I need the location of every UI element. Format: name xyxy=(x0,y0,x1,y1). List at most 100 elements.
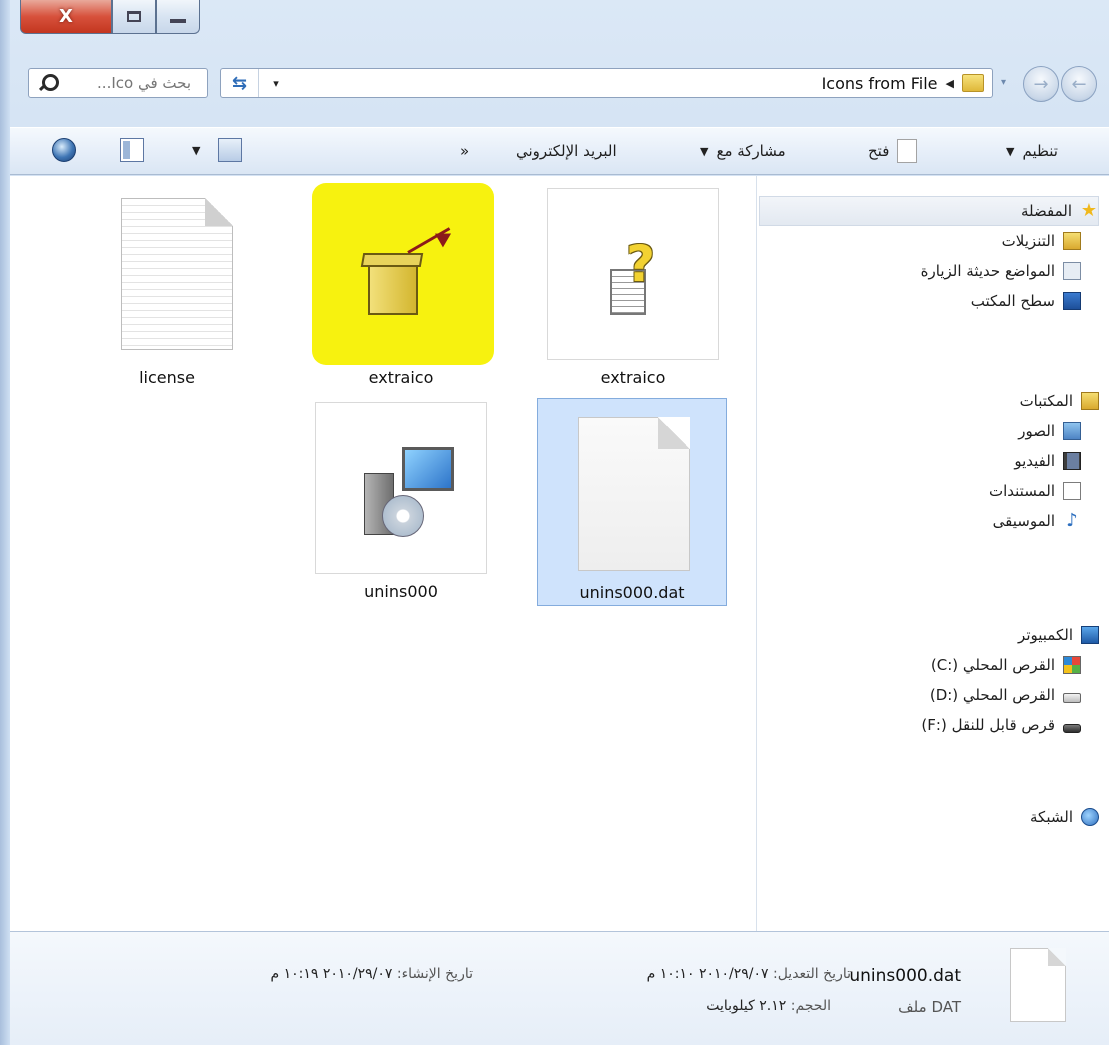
details-file-type: ملف DAT xyxy=(898,998,961,1016)
close-icon: X xyxy=(59,6,73,27)
nav-drive-d[interactable]: القرص المحلي (:D) xyxy=(759,680,1099,710)
refresh-icon: ⇆ xyxy=(231,72,248,94)
libraries-group: المكتبات الصور الفيديو المستندات ♪ الموس… xyxy=(759,386,1099,536)
address-bar[interactable]: ⇆ ▾ Icons from File ◀ xyxy=(220,68,993,98)
nav-desktop[interactable]: سطح المكتب xyxy=(759,286,1099,316)
search-box[interactable] xyxy=(28,68,208,98)
created-label: تاريخ الإنشاء: xyxy=(396,966,473,982)
forward-button[interactable]: → xyxy=(1023,66,1059,102)
file-name: license xyxy=(139,368,195,387)
details-modified: تاريخ التعديل: ٢٠١٠/٢٩/٠٧ ١٠:١٠ م xyxy=(647,966,851,982)
minimize-button[interactable] xyxy=(156,0,200,34)
documents-icon xyxy=(1063,482,1081,500)
nav-network[interactable]: الشبكة xyxy=(759,802,1099,832)
help-globe-icon[interactable] xyxy=(52,138,76,162)
breadcrumb-arrow-icon[interactable]: ◀ xyxy=(946,77,954,90)
nav-label: الفيديو xyxy=(1014,452,1055,470)
favorites-group: ★ المفضلة التنزيلات المواضع حديثة الزيار… xyxy=(759,196,1099,316)
recent-pages-dropdown-icon[interactable]: ▾ xyxy=(1001,77,1006,88)
command-bar: ▼ « البريد الإلكتروني مشاركة مع ▼ فتح تن… xyxy=(10,127,1109,175)
window-frame-edge xyxy=(0,0,10,1045)
open-label: فتح xyxy=(868,142,890,160)
nav-pictures[interactable]: الصور xyxy=(759,416,1099,446)
nav-label: المفضلة xyxy=(1020,202,1072,220)
nav-libraries[interactable]: المكتبات xyxy=(759,386,1099,416)
email-button[interactable]: البريد الإلكتروني xyxy=(516,128,617,174)
removable-drive-icon xyxy=(1063,723,1081,733)
more-commands-button[interactable]: « xyxy=(460,128,469,174)
details-pane: unins000.dat ملف DAT تاريخ التعديل: ٢٠١٠… xyxy=(10,931,1109,1045)
caption-buttons: X xyxy=(20,0,200,34)
share-with-button[interactable]: مشاركة مع ▼ xyxy=(700,128,786,174)
details-size: الحجم: ٢.١٢ كيلوبايت xyxy=(706,998,831,1014)
nav-videos[interactable]: الفيديو xyxy=(759,446,1099,476)
back-button[interactable]: ← xyxy=(1061,66,1097,102)
organize-label: تنظيم xyxy=(1022,142,1058,160)
minimize-icon xyxy=(170,18,186,23)
file-name: extraico xyxy=(600,368,666,387)
nav-favorites[interactable]: ★ المفضلة xyxy=(759,196,1099,226)
nav-label: المواضع حديثة الزيارة xyxy=(920,262,1055,280)
nav-label: المستندات xyxy=(988,482,1055,500)
computer-group: الكمبيوتر القرص المحلي (:C) القرص المحلي… xyxy=(759,620,1099,740)
box-lid-icon xyxy=(360,253,424,267)
close-button[interactable]: X xyxy=(20,0,112,34)
nav-label: المكتبات xyxy=(1019,392,1073,410)
created-value: ٢٠١٠/٢٩/٠٧ ١٠:١٩ م xyxy=(270,966,393,982)
modified-label: تاريخ التعديل: xyxy=(772,966,851,982)
nav-label: القرص المحلي (:C) xyxy=(930,656,1055,674)
organize-dropdown-icon: ▼ xyxy=(1006,144,1015,158)
nav-recent-places[interactable]: المواضع حديثة الزيارة xyxy=(759,256,1099,286)
file-thumbnail xyxy=(315,402,487,574)
organize-button[interactable]: تنظيم ▼ xyxy=(1006,128,1058,174)
details-file-name: unins000.dat xyxy=(849,966,961,986)
chevron-down-icon: ▾ xyxy=(273,76,279,90)
preview-pane-icon[interactable] xyxy=(120,138,144,162)
file-item-extraico-app[interactable]: extraico xyxy=(306,183,496,387)
email-label: البريد الإلكتروني xyxy=(516,142,617,160)
file-item-extraico-help[interactable]: ? extraico xyxy=(538,188,728,387)
pictures-icon xyxy=(1063,422,1081,440)
search-icon[interactable] xyxy=(37,72,59,94)
file-item-license[interactable]: license xyxy=(72,188,262,387)
nav-drive-f[interactable]: قرص قابل للنقل (:F) xyxy=(759,710,1099,740)
computer-icon xyxy=(1081,626,1099,644)
windows-drive-icon xyxy=(1063,656,1081,674)
nav-music[interactable]: ♪ الموسيقى xyxy=(759,506,1099,536)
breadcrumb: Icons from File ◀ xyxy=(822,69,984,97)
file-name: unins000.dat xyxy=(579,583,685,602)
details-created: تاريخ الإنشاء: ٢٠١٠/٢٩/٠٧ ١٠:١٩ م xyxy=(270,966,473,982)
refresh-button[interactable]: ⇆ xyxy=(221,69,259,97)
view-options-icon[interactable] xyxy=(218,138,242,162)
nav-downloads[interactable]: التنزيلات xyxy=(759,226,1099,256)
file-item-unins000-dat[interactable]: unins000.dat xyxy=(537,398,727,606)
nav-computer[interactable]: الكمبيوتر xyxy=(759,620,1099,650)
open-button[interactable]: فتح xyxy=(868,128,918,174)
file-thumbnail: ? xyxy=(547,188,719,360)
file-item-unins000[interactable]: unins000 xyxy=(306,402,496,601)
back-arrow-icon: ← xyxy=(1071,73,1087,95)
network-icon xyxy=(1081,808,1099,826)
nav-label: الشبكة xyxy=(1030,808,1073,826)
nav-documents[interactable]: المستندات xyxy=(759,476,1099,506)
share-with-label: مشاركة مع xyxy=(716,142,786,160)
text-document-icon xyxy=(121,198,233,350)
nav-label: قرص قابل للنقل (:F) xyxy=(921,716,1055,734)
blank-file-icon xyxy=(578,417,690,571)
nav-drive-c[interactable]: القرص المحلي (:C) xyxy=(759,650,1099,680)
selected-file-icon xyxy=(1010,948,1066,1022)
hard-drive-icon xyxy=(1063,693,1081,703)
monitor-icon xyxy=(402,447,454,491)
network-group: الشبكة xyxy=(759,802,1099,832)
star-icon: ★ xyxy=(1080,200,1098,221)
search-input[interactable] xyxy=(59,72,191,94)
breadcrumb-folder[interactable]: Icons from File xyxy=(822,74,938,93)
maximize-button[interactable] xyxy=(112,0,156,34)
file-list: ? extraico extraico license unins000.dat… xyxy=(10,176,756,931)
view-dropdown-icon[interactable]: ▼ xyxy=(192,144,200,157)
address-dropdown-button[interactable]: ▾ xyxy=(263,69,289,97)
box-icon xyxy=(368,263,418,315)
navigation-pane: ★ المفضلة التنزيلات المواضع حديثة الزيار… xyxy=(756,176,1109,931)
file-name: extraico xyxy=(368,368,434,387)
nav-label: الكمبيوتر xyxy=(1018,626,1073,644)
